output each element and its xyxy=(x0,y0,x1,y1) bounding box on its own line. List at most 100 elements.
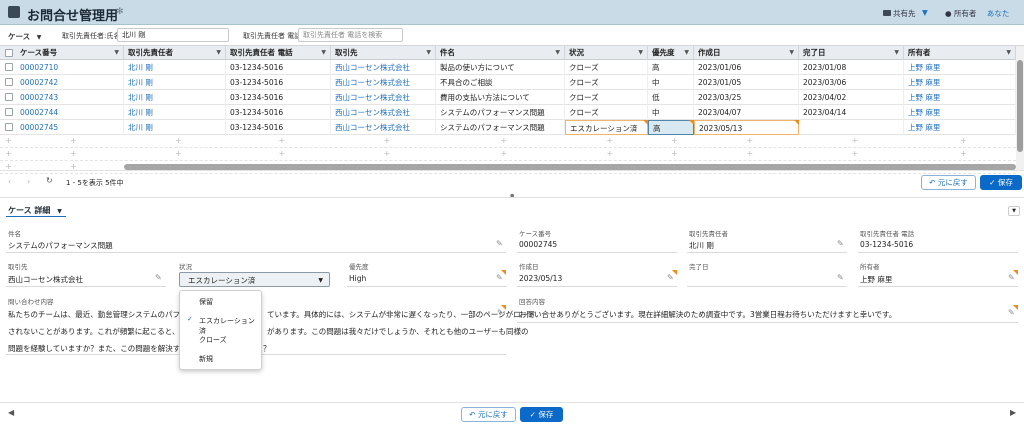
row-checkbox[interactable] xyxy=(5,63,13,71)
cell-case-number[interactable]: 00002745 xyxy=(16,120,124,135)
add-cell-icon: + xyxy=(746,136,754,145)
revert-button[interactable]: ↶ 元に戻す xyxy=(921,175,976,190)
cell-case-number[interactable]: 00002710 xyxy=(16,60,124,75)
cell-contact[interactable]: 北川 剛 xyxy=(124,120,226,135)
status-option[interactable]: ✓ エスカレーション済 xyxy=(180,310,261,335)
user-icon: ● xyxy=(945,9,952,18)
table-row[interactable]: 00002710 北川 剛 03-1234-5016 西山コーセン株式会社 製品の使い方… xyxy=(0,60,1016,75)
contact-label: 取引先責任者 xyxy=(689,230,728,238)
table-row[interactable]: 00002745 北川 剛 03-1234-5016 西山コーセン株式会社 システムのパ… xyxy=(0,120,1016,135)
add-row-icon[interactable]: + xyxy=(5,149,12,158)
edit-pencil-icon[interactable]: ✎ xyxy=(837,239,844,248)
edit-pencil-icon[interactable]: ✎ xyxy=(837,273,844,282)
page-title: お問合せ管理用 xyxy=(27,9,119,24)
status-option[interactable]: 新規 xyxy=(180,348,261,367)
next-page-icon[interactable]: › xyxy=(27,177,30,186)
cell-owner[interactable]: 上野 麻里 xyxy=(904,75,1016,90)
col-contact[interactable]: 取引先責任者 ▼ xyxy=(124,46,226,60)
col-owner[interactable]: 所有者 ▼ xyxy=(904,46,1016,60)
sort-icon: ▼ xyxy=(1006,49,1011,56)
cell-owner[interactable]: 上野 麻里 xyxy=(904,90,1016,105)
account-value[interactable]: 西山コーセン株式会社 xyxy=(8,274,83,285)
field-divider xyxy=(687,286,847,287)
phone-filter-input[interactable]: 取引先責任者 電話を検索 xyxy=(298,28,403,42)
cell-owner[interactable]: 上野 麻里 xyxy=(904,120,1016,135)
cell-contact[interactable]: 北川 剛 xyxy=(124,75,226,90)
view-selector[interactable]: ケース ▼ xyxy=(8,31,41,42)
status-option[interactable]: 保留 xyxy=(180,291,261,310)
add-cell-icon: + xyxy=(746,149,754,158)
table-row[interactable]: 00002743 北川 剛 03-1234-5016 西山コーセン株式会社 費用の支払い… xyxy=(0,90,1016,105)
cell-case-number[interactable]: 00002742 xyxy=(16,75,124,90)
undo-icon: ↶ xyxy=(929,178,936,187)
changed-marker xyxy=(501,270,506,275)
cell-account[interactable]: 西山コーセン株式会社 xyxy=(331,60,436,75)
cell-priority: 高 xyxy=(648,60,694,75)
table-row[interactable]: 00002742 北川 剛 03-1234-5016 西山コーセン株式会社 不具合のご相… xyxy=(0,75,1016,90)
gear-icon[interactable]: ✻ xyxy=(116,7,124,17)
col-created[interactable]: 作成日 ▼ xyxy=(694,46,799,60)
status-select[interactable]: エスカレーション済 ▼ xyxy=(179,272,330,287)
row-checkbox[interactable] xyxy=(5,108,13,116)
cell-account[interactable]: 西山コーセン株式会社 xyxy=(331,120,436,135)
select-all-checkbox[interactable] xyxy=(5,49,13,57)
col-contact-phone[interactable]: 取引先責任者 電話 ▼ xyxy=(226,46,331,60)
inquiry-label: 問い合わせ内容 xyxy=(8,298,54,306)
changed-marker xyxy=(501,305,506,310)
cell-created: 2023/01/06 xyxy=(694,60,799,75)
empty-row[interactable]: + + + + + + + + + + + xyxy=(0,148,1016,161)
detail-title[interactable]: ケース 詳細 ▼ xyxy=(8,205,62,216)
changed-marker xyxy=(1013,270,1018,275)
row-checkbox[interactable] xyxy=(5,93,13,101)
col-subject[interactable]: 件名 ▼ xyxy=(436,46,565,60)
scroll-left-icon[interactable]: ◀ xyxy=(8,408,14,417)
col-account[interactable]: 取引先 ▼ xyxy=(331,46,436,60)
cell-case-number[interactable]: 00002744 xyxy=(16,105,124,120)
inquiry-text-3a: 問題を経験していますか？また、この問題を解決するた xyxy=(8,344,196,353)
row-checkbox[interactable] xyxy=(5,78,13,86)
col-status[interactable]: 状況 ▼ xyxy=(565,46,648,60)
vertical-scroll-thumb[interactable] xyxy=(1017,60,1023,152)
cell-account[interactable]: 西山コーセン株式会社 xyxy=(331,90,436,105)
cell-account[interactable]: 西山コーセン株式会社 xyxy=(331,75,436,90)
status-option[interactable]: クローズ xyxy=(180,329,261,348)
shared-with-button[interactable]: 共有先 xyxy=(883,8,916,19)
cell-owner[interactable]: 上野 麻里 xyxy=(904,60,1016,75)
add-cell-icon: + xyxy=(671,149,678,158)
case-number-value[interactable]: 00002745 xyxy=(519,240,557,249)
cell-closed: 2023/01/08 xyxy=(799,60,904,75)
scroll-right-icon[interactable]: ▶ xyxy=(1010,408,1016,417)
chevron-down-icon[interactable]: ▼ xyxy=(922,8,928,17)
add-cell-icon: + xyxy=(175,149,182,158)
cell-contact[interactable]: 北川 剛 xyxy=(124,105,226,120)
owner-value[interactable]: 上野 麻里 xyxy=(860,274,892,285)
save-button[interactable]: ✓ 保存 xyxy=(980,175,1022,190)
sort-icon: ▼ xyxy=(684,49,689,56)
cell-contact[interactable]: 北川 剛 xyxy=(124,90,226,105)
add-row-icon[interactable]: + xyxy=(5,136,12,145)
contact-value[interactable]: 北川 剛 xyxy=(689,240,714,251)
cell-case-number[interactable]: 00002743 xyxy=(16,90,124,105)
add-cell-icon: + xyxy=(278,136,286,145)
row-checkbox[interactable] xyxy=(5,123,13,131)
col-case-number[interactable]: ケース番号 ▼ xyxy=(16,46,124,60)
cell-created: 2023/01/05 xyxy=(694,75,799,90)
table-row[interactable]: 00002744 北川 剛 03-1234-5016 西山コーセン株式会社 システムのパ… xyxy=(0,105,1016,120)
save-button[interactable]: ✓ 保存 xyxy=(520,407,563,422)
col-closed[interactable]: 完了日 ▼ xyxy=(799,46,904,60)
field-divider xyxy=(347,286,507,287)
status-label: 状況 xyxy=(179,263,192,271)
cell-account[interactable]: 西山コーセン株式会社 xyxy=(331,105,436,120)
refresh-icon[interactable]: ↻ xyxy=(46,176,53,185)
status-dropdown: 保留 ✓ エスカレーション済 クローズ 新規 xyxy=(179,290,262,370)
edit-pencil-icon[interactable]: ✎ xyxy=(496,239,503,248)
edit-pencil-icon[interactable]: ✎ xyxy=(155,273,162,282)
name-filter-input[interactable]: 北川 剛 xyxy=(117,28,229,42)
cell-owner[interactable]: 上野 麻里 xyxy=(904,105,1016,120)
first-page-icon[interactable]: ‹ xyxy=(8,177,11,186)
revert-button[interactable]: ↶ 元に戻す xyxy=(461,407,516,422)
col-priority[interactable]: 優先度 ▼ xyxy=(648,46,694,60)
panel-menu-button[interactable]: ▼ xyxy=(1008,206,1020,216)
cell-contact[interactable]: 北川 剛 xyxy=(124,60,226,75)
empty-row[interactable]: + + + + + + + + + + + xyxy=(0,135,1016,148)
